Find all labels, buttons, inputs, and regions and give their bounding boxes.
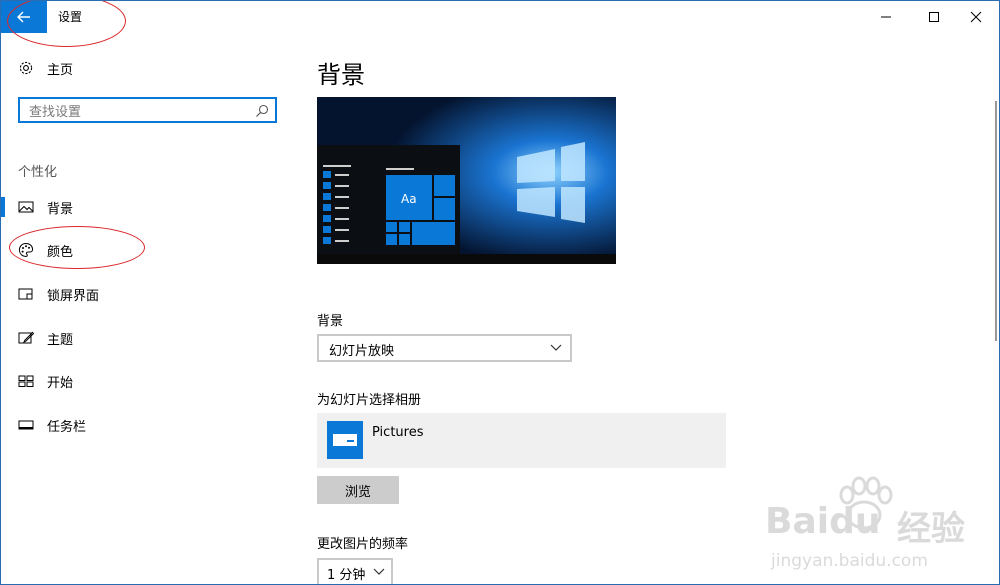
background-type-dropdown[interactable]: 幻灯片放映 (317, 334, 572, 362)
sidebar-item-home[interactable]: 主页 (1, 54, 291, 82)
album-label: 为幻灯片选择相册 (317, 393, 422, 408)
album-icon-tile (327, 421, 363, 459)
folder-icon (333, 434, 357, 446)
search-icon (256, 104, 269, 117)
desktop-preview-image: Aa (317, 97, 616, 264)
gear-icon (19, 61, 33, 75)
sidebar-item-background[interactable]: 背景 (1, 193, 291, 221)
sidebar-item-label: 开始 (47, 376, 74, 391)
back-arrow-icon (17, 11, 30, 23)
browse-button[interactable]: 浏览 (317, 476, 399, 504)
album-name: Pictures (372, 425, 424, 440)
chevron-down-icon (373, 568, 385, 575)
taskbar-icon (18, 420, 34, 430)
baidu-watermark: Baidu 经验 jingyan.baidu.com (761, 471, 999, 584)
scrollbar-thumb[interactable] (995, 101, 997, 341)
sidebar-item-label: 任务栏 (47, 420, 87, 435)
preview-tile-text: Aa (401, 192, 417, 206)
search-box[interactable] (18, 97, 277, 123)
dropdown-value: 1 分钟 (327, 568, 366, 583)
close-button[interactable] (953, 1, 999, 33)
picture-icon (18, 201, 34, 213)
sidebar-item-theme[interactable]: 主题 (1, 324, 291, 352)
sidebar-item-label: 主题 (47, 333, 74, 348)
frequency-label: 更改图片的频率 (317, 537, 409, 552)
theme-icon (18, 331, 34, 344)
sidebar-item-taskbar[interactable]: 任务栏 (1, 411, 291, 439)
sidebar-item-label: 锁屏界面 (47, 289, 100, 304)
maximize-button[interactable] (911, 1, 957, 33)
dropdown-value: 幻灯片放映 (329, 344, 395, 359)
sidebar-item-label: 主页 (47, 63, 74, 78)
minimize-button[interactable] (863, 1, 909, 33)
start-icon (18, 375, 34, 387)
selected-indicator (1, 197, 5, 217)
close-icon (970, 11, 982, 23)
album-tile[interactable]: Pictures (317, 413, 726, 468)
palette-icon (18, 242, 34, 258)
search-input[interactable] (27, 102, 251, 122)
sidebar-item-lock-screen[interactable]: 锁屏界面 (1, 280, 291, 308)
sidebar-item-color[interactable]: 颜色 (1, 236, 291, 264)
watermark-url: jingyan.baidu.com (771, 551, 928, 571)
minimize-icon (881, 16, 891, 18)
sidebar-item-label: 颜色 (47, 245, 74, 260)
watermark-brand: Baidu (765, 501, 881, 542)
window-title: 设置 (58, 10, 83, 24)
settings-window: 设置 主页 个性化 (0, 0, 1000, 585)
sidebar-item-start[interactable]: 开始 (1, 367, 291, 395)
watermark-brand-cn: 经验 (897, 509, 965, 549)
group-label: 个性化 (18, 165, 58, 180)
title-bar: 设置 (1, 1, 999, 33)
lock-screen-icon (18, 288, 33, 300)
page-title: 背景 (317, 61, 365, 89)
chevron-down-icon (550, 344, 562, 351)
background-label: 背景 (317, 314, 344, 329)
back-button[interactable] (1, 1, 47, 33)
sidebar-item-label: 背景 (47, 202, 74, 217)
sidebar: 主页 个性化 背景 颜色 (1, 33, 291, 584)
maximize-icon (929, 12, 939, 22)
background-preview: Aa (317, 97, 616, 264)
frequency-dropdown[interactable]: 1 分钟 (317, 558, 393, 584)
